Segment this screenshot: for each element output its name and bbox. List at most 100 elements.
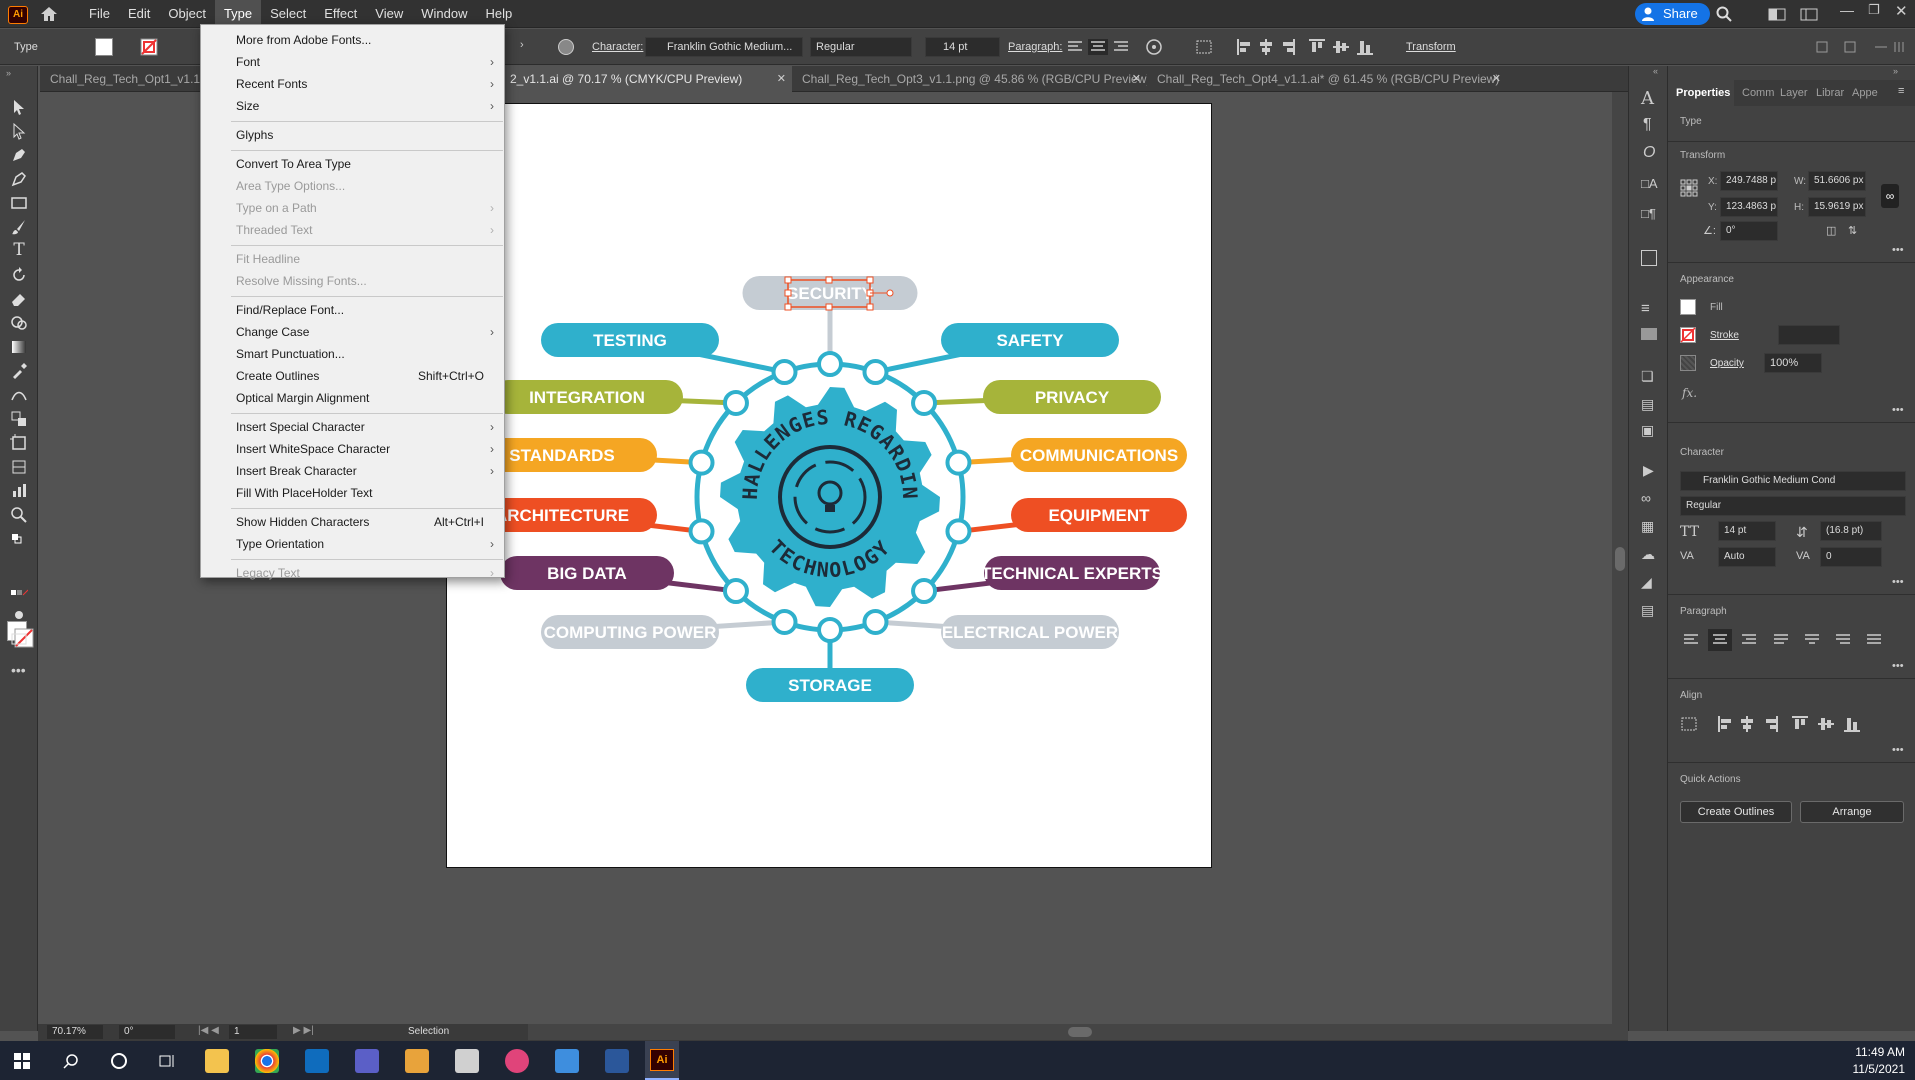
puppet-warp-tool-icon[interactable] bbox=[10, 386, 28, 404]
minimize-icon[interactable]: — bbox=[1840, 2, 1854, 18]
illustrator-taskbar-button[interactable]: Ai bbox=[645, 1041, 679, 1080]
type-menu-item[interactable]: Recent Fonts › bbox=[201, 74, 504, 94]
type-menu-item[interactable]: Change Case › bbox=[201, 322, 504, 342]
type-menu-item[interactable]: Convert To Area Type bbox=[201, 154, 504, 174]
arrange-documents-icon[interactable] bbox=[1768, 8, 1786, 21]
type-menu-item[interactable]: Fill With PlaceHolder Text bbox=[201, 483, 504, 503]
control-bar-extra-icons[interactable] bbox=[1815, 39, 1905, 55]
flip-vertical-icon[interactable]: ⇅ bbox=[1848, 224, 1857, 237]
stroke-weight-field[interactable] bbox=[1778, 325, 1840, 345]
w-field[interactable]: 51.6606 px bbox=[1808, 171, 1866, 191]
menu-file[interactable]: File bbox=[80, 0, 119, 28]
type-menu-item[interactable]: Find/Replace Font... bbox=[201, 300, 504, 320]
type-menu-item[interactable]: Smart Punctuation... bbox=[201, 344, 504, 364]
tab-opt4[interactable]: Chall_Reg_Tech_Opt4_v1.1.ai* @ 61.45 % (… bbox=[1147, 66, 1507, 92]
type-menu-item[interactable]: Insert WhiteSpace Character › bbox=[201, 439, 504, 459]
more-options-icon[interactable]: ••• bbox=[1892, 244, 1904, 256]
tab-comments[interactable]: Comm bbox=[1734, 80, 1774, 106]
outlook-icon[interactable] bbox=[305, 1049, 329, 1073]
restore-icon[interactable]: ❐ bbox=[1868, 2, 1880, 18]
constrain-proportions-icon[interactable]: ∞ bbox=[1881, 184, 1899, 208]
task-view-icon[interactable] bbox=[158, 1052, 176, 1070]
close-tab-icon[interactable]: ✕ bbox=[1132, 66, 1141, 92]
swap-fill-stroke-icon[interactable] bbox=[10, 532, 28, 550]
zoom-level-field[interactable]: 70.17% bbox=[46, 1024, 104, 1040]
artboard-nav-first-prev[interactable]: |◀ ◀ bbox=[198, 1025, 219, 1036]
type-menu-item[interactable]: Glyphs bbox=[201, 125, 504, 145]
fx-effects-button[interactable]: fx. bbox=[1682, 386, 1697, 400]
tab-layers[interactable]: Layer bbox=[1772, 80, 1808, 106]
share-button[interactable]: Share bbox=[1635, 3, 1710, 25]
eraser-tool-icon[interactable] bbox=[10, 290, 28, 308]
horizontal-scrollbar[interactable] bbox=[528, 1024, 1628, 1040]
eyedropper-tool-icon[interactable] bbox=[10, 362, 28, 380]
graph-tool-icon[interactable] bbox=[10, 482, 28, 500]
kerning-field[interactable]: Auto bbox=[1718, 547, 1776, 567]
stroke-label[interactable]: Stroke bbox=[1710, 330, 1739, 341]
character-panel-link[interactable]: Character: bbox=[592, 41, 643, 53]
paintbrush-tool-icon[interactable] bbox=[10, 218, 28, 236]
paragraph-align-buttons[interactable] bbox=[1680, 629, 1908, 651]
vertical-scrollbar[interactable] bbox=[1612, 92, 1628, 1024]
close-tab-icon[interactable]: ✕ bbox=[1492, 66, 1501, 92]
type-menu-item[interactable]: Size › bbox=[201, 96, 504, 116]
type-menu-item[interactable]: Insert Break Character › bbox=[201, 461, 504, 481]
pathfinder-panel-icon[interactable]: ▣ bbox=[1641, 422, 1654, 439]
type-menu-item[interactable]: Type Orientation › bbox=[201, 534, 504, 554]
tab-opt2[interactable]: 2_v1.1.ai @ 70.17 % (CMYK/CPU Preview) ✕ bbox=[500, 66, 792, 92]
teams-icon[interactable] bbox=[355, 1049, 379, 1073]
tab-libraries[interactable]: Librar bbox=[1808, 80, 1844, 106]
search-icon[interactable] bbox=[63, 1053, 79, 1069]
tab-opt1[interactable]: Chall_Reg_Tech_Opt1_v1.1.ai bbox=[40, 66, 203, 92]
cortana-icon[interactable] bbox=[110, 1052, 128, 1070]
opentype-panel-icon[interactable]: O bbox=[1643, 144, 1655, 162]
search-icon[interactable] bbox=[1716, 6, 1732, 22]
photos-icon[interactable] bbox=[555, 1049, 579, 1073]
windows-start-icon[interactable] bbox=[14, 1053, 30, 1069]
tracking-field[interactable]: 0 bbox=[1820, 547, 1882, 567]
paragraph-panel-link[interactable]: Paragraph: bbox=[1008, 41, 1062, 53]
creative-cloud-icon[interactable] bbox=[505, 1049, 529, 1073]
rotate-tool-icon[interactable] bbox=[10, 266, 28, 284]
shape-builder-tool-icon[interactable] bbox=[10, 314, 28, 332]
symbols-panel-icon[interactable]: ▦ bbox=[1641, 518, 1654, 535]
close-tab-icon[interactable]: ✕ bbox=[777, 66, 786, 92]
more-options-icon[interactable]: ••• bbox=[1892, 404, 1904, 416]
artboards-panel-icon[interactable] bbox=[1641, 250, 1657, 266]
curvature-tool-icon[interactable] bbox=[10, 170, 28, 188]
workspace-icon[interactable] bbox=[1800, 8, 1818, 21]
collapse-toolbar-icon[interactable]: » bbox=[6, 68, 11, 78]
slice-tool-icon[interactable] bbox=[10, 458, 28, 476]
panel-menu-icon[interactable]: ≡ bbox=[1898, 85, 1904, 97]
opacity-label[interactable]: Opacity bbox=[1710, 358, 1744, 369]
font-family-select[interactable]: Franklin Gothic Medium... bbox=[645, 37, 803, 57]
x-field[interactable]: 249.7488 p bbox=[1720, 171, 1778, 191]
swatches-panel-icon[interactable] bbox=[1641, 328, 1657, 340]
file-explorer-icon[interactable] bbox=[205, 1049, 229, 1073]
type-menu-item[interactable]: Font › bbox=[201, 52, 504, 72]
align-panel-icon[interactable]: ▤ bbox=[1641, 396, 1654, 413]
blend-tool-icon[interactable] bbox=[10, 410, 28, 428]
edit-toolbar-icon[interactable]: ••• bbox=[11, 662, 26, 678]
type-tool-icon[interactable]: T bbox=[10, 240, 28, 260]
type-menu-item[interactable]: Show Hidden Characters Alt+Ctrl+I bbox=[201, 512, 504, 532]
gradient-panel-icon[interactable]: ◢ bbox=[1641, 574, 1652, 591]
collapse-panels-icon[interactable]: « bbox=[1653, 66, 1658, 76]
transform-panel-icon[interactable]: ❏ bbox=[1641, 368, 1654, 385]
artboard-nav-next-last[interactable]: ▶ ▶| bbox=[293, 1025, 314, 1036]
character-panel-icon[interactable]: A bbox=[1641, 88, 1654, 109]
artboard-number-field[interactable]: 1 bbox=[228, 1024, 278, 1040]
layers-panel-icon[interactable]: ≡ bbox=[1641, 300, 1650, 317]
rotation-field[interactable]: 0° bbox=[118, 1024, 176, 1040]
menu-edit[interactable]: Edit bbox=[119, 0, 159, 28]
more-options-icon[interactable]: ••• bbox=[1892, 744, 1904, 756]
clock-date[interactable]: 11/5/2021 bbox=[1835, 1062, 1906, 1076]
fill-swatch[interactable] bbox=[1680, 299, 1696, 315]
rotate-angle-field[interactable]: 0° bbox=[1720, 221, 1778, 241]
screen-mode-icon[interactable] bbox=[10, 630, 28, 648]
h-field[interactable]: 15.9619 px bbox=[1808, 197, 1866, 217]
stroke-none-swatch[interactable] bbox=[140, 38, 158, 56]
paragraph-panel-icon[interactable]: ¶ bbox=[1643, 116, 1652, 134]
pen-tool-icon[interactable] bbox=[10, 146, 28, 164]
close-window-icon[interactable]: ✕ bbox=[1895, 2, 1908, 20]
